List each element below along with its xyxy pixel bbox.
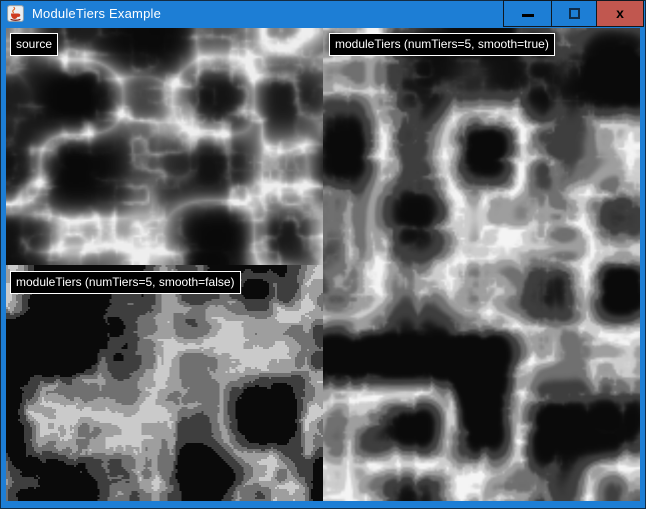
tiers-smooth-label: moduleTiers (numTiers=5, smooth=true) bbox=[329, 33, 555, 56]
maximize-button[interactable] bbox=[551, 0, 597, 27]
minimize-button[interactable] bbox=[503, 0, 552, 27]
window-controls: x bbox=[503, 0, 644, 27]
java-app-icon bbox=[7, 5, 24, 22]
source-noise-image bbox=[6, 28, 323, 265]
window-title: ModuleTiers Example bbox=[32, 0, 161, 27]
panel-tiers-smooth: moduleTiers (numTiers=5, smooth=true) bbox=[323, 28, 640, 501]
tiers-hard-noise-image bbox=[6, 265, 323, 501]
app-window: ModuleTiers Example x source moduleTiers… bbox=[0, 0, 646, 509]
panel-tiers-hard: moduleTiers (numTiers=5, smooth=false) bbox=[6, 265, 323, 501]
close-icon: x bbox=[616, 6, 624, 22]
render-canvas-area: source moduleTiers (numTiers=5, smooth=f… bbox=[6, 28, 640, 501]
tiers-hard-label: moduleTiers (numTiers=5, smooth=false) bbox=[10, 271, 241, 294]
source-label: source bbox=[10, 33, 58, 56]
panel-source: source bbox=[6, 28, 323, 265]
maximize-icon bbox=[569, 8, 580, 19]
close-button[interactable]: x bbox=[596, 0, 644, 27]
tiers-smooth-noise-image bbox=[323, 28, 640, 501]
window-titlebar[interactable]: ModuleTiers Example x bbox=[0, 0, 646, 28]
minimize-icon bbox=[522, 14, 534, 17]
